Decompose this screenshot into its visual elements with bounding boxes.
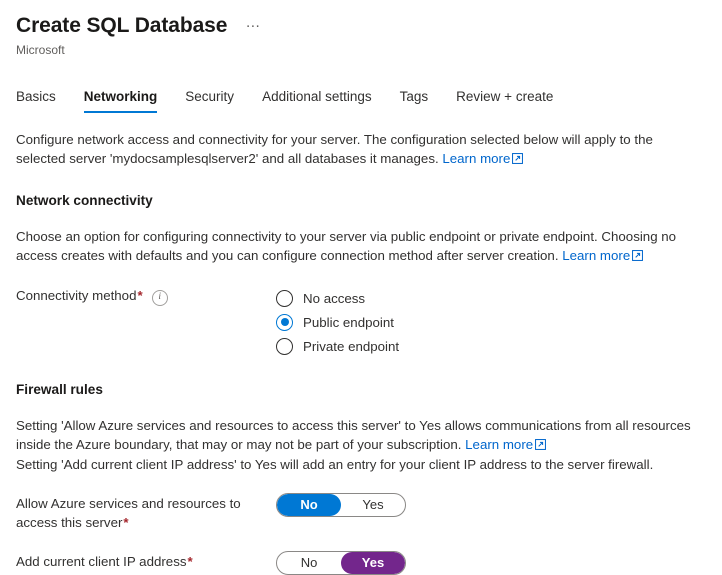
allow-azure-services-label: Allow Azure services and resources to ac… (16, 493, 276, 532)
networking-panel: Configure network access and connectivit… (0, 130, 722, 575)
allow-azure-services-row: Allow Azure services and resources to ac… (16, 493, 706, 532)
toggle-option-no[interactable]: No (277, 552, 341, 574)
intro-paragraph: Configure network access and connectivit… (16, 130, 706, 169)
toggle-option-yes[interactable]: Yes (341, 494, 405, 516)
radio-circle-icon (276, 290, 293, 307)
required-asterisk: * (137, 288, 142, 303)
tab-additional-settings[interactable]: Additional settings (262, 88, 372, 113)
more-options-button[interactable]: … (241, 15, 266, 37)
network-connectivity-heading: Network connectivity (16, 192, 706, 210)
title-row: Create SQL Database … (16, 12, 722, 40)
firewall-description-line1: Setting 'Allow Azure services and resour… (16, 418, 691, 452)
external-link-icon (512, 150, 523, 169)
add-client-ip-row: Add current client IP address* No Yes (16, 551, 706, 575)
radio-circle-icon (276, 338, 293, 355)
connectivity-method-label-text: Connectivity method (16, 288, 136, 303)
radio-circle-selected-icon (276, 314, 293, 331)
add-client-ip-toggle[interactable]: No Yes (276, 551, 406, 575)
radio-label-private-endpoint: Private endpoint (303, 337, 399, 356)
intro-text: Configure network access and connectivit… (16, 132, 653, 166)
external-link-icon (632, 247, 643, 266)
radio-label-public-endpoint: Public endpoint (303, 313, 394, 332)
required-asterisk: * (188, 554, 193, 569)
radio-no-access[interactable]: No access (276, 286, 399, 310)
wizard-tabs: Basics Networking Security Additional se… (0, 85, 722, 113)
firewall-description-line2: Setting 'Add current client IP address' … (16, 457, 653, 472)
radio-label-no-access: No access (303, 289, 365, 308)
page-header: Create SQL Database … Microsoft (0, 0, 722, 58)
toggle-option-yes[interactable]: Yes (341, 552, 405, 574)
radio-private-endpoint[interactable]: Private endpoint (276, 334, 399, 358)
network-connectivity-description: Choose an option for configuring connect… (16, 227, 706, 266)
external-link-icon (535, 436, 546, 455)
page-title: Create SQL Database (16, 12, 227, 40)
firewall-rules-heading: Firewall rules (16, 381, 706, 399)
allow-azure-services-toggle[interactable]: No Yes (276, 493, 406, 517)
intro-learn-more-link[interactable]: Learn more (442, 151, 510, 166)
tab-review-create[interactable]: Review + create (456, 88, 553, 113)
tab-basics[interactable]: Basics (16, 88, 56, 113)
publisher-label: Microsoft (16, 42, 722, 58)
tab-tags[interactable]: Tags (400, 88, 429, 113)
radio-public-endpoint[interactable]: Public endpoint (276, 310, 399, 334)
connectivity-method-label: Connectivity method* i (16, 285, 276, 306)
firewall-learn-more-link[interactable]: Learn more (465, 437, 533, 452)
connectivity-method-row: Connectivity method* i No access Public e… (16, 285, 706, 358)
tab-networking[interactable]: Networking (84, 88, 158, 113)
required-asterisk: * (123, 515, 128, 530)
toggle-option-no[interactable]: No (277, 494, 341, 516)
info-icon[interactable]: i (152, 290, 168, 306)
add-client-ip-label: Add current client IP address* (16, 551, 276, 571)
add-client-ip-label-text: Add current client IP address (16, 554, 187, 569)
connectivity-method-radio-group: No access Public endpoint Private endpoi… (276, 285, 399, 358)
firewall-rules-description: Setting 'Allow Azure services and resour… (16, 416, 706, 474)
tab-security[interactable]: Security (185, 88, 234, 113)
network-connectivity-learn-more-link[interactable]: Learn more (562, 248, 630, 263)
